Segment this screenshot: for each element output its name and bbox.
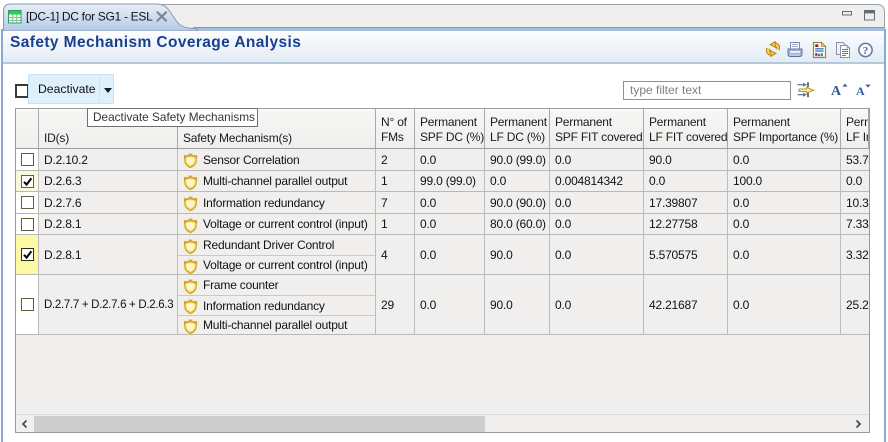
svg-text:?: ? [863, 45, 869, 57]
svg-text:A: A [831, 84, 842, 98]
svg-text:[DC-1] DC for SG1 - ESL: [DC-1] DC for SG1 - ESL [26, 10, 153, 24]
svg-text:A: A [856, 84, 865, 98]
